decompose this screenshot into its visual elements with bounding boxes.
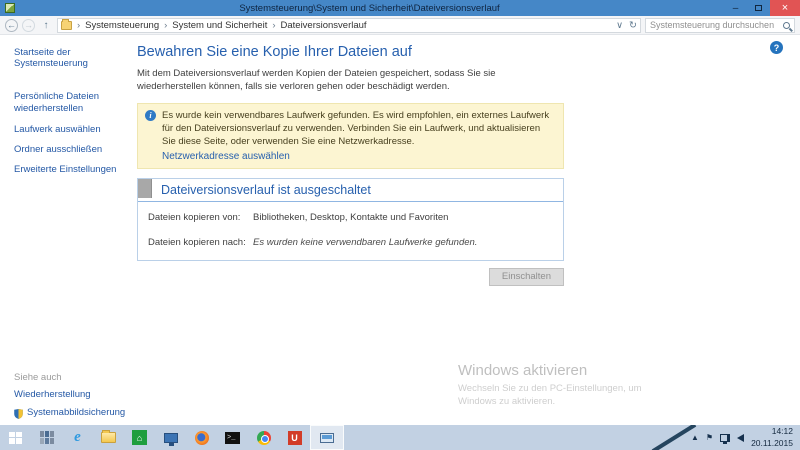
- window-body: ? Startseite der Systemsteuerung Persönl…: [0, 36, 800, 425]
- search-icon[interactable]: [783, 21, 790, 29]
- main-content: Bewahren Sie eine Kopie Ihrer Dateien au…: [137, 44, 564, 286]
- turn-on-button[interactable]: Einschalten: [488, 267, 564, 286]
- action-center-flag-icon[interactable]: ⚑: [706, 433, 713, 442]
- back-button[interactable]: ←: [5, 18, 18, 32]
- breadcrumb[interactable]: › Systemsteuerung › System und Sicherhei…: [57, 17, 641, 33]
- sidebar-item-exclude-folders[interactable]: Ordner ausschließen: [14, 144, 132, 156]
- restore-icon: [755, 3, 767, 11]
- search-box: [645, 17, 795, 33]
- breadcrumb-separator-icon: ›: [272, 19, 276, 31]
- window-icon: [5, 3, 15, 13]
- firefox-icon: [194, 430, 209, 445]
- store-icon: ⌂: [132, 430, 147, 445]
- search-input[interactable]: [650, 20, 783, 30]
- windows-logo-icon: [9, 431, 22, 444]
- taskbar-item-file-explorer[interactable]: [93, 425, 124, 450]
- sidebar-item-label: Wiederherstellung: [14, 389, 91, 400]
- forward-button[interactable]: →: [22, 18, 35, 32]
- taskbar-item-command-prompt[interactable]: >_: [217, 425, 248, 450]
- status-panel: Dateiversionsverlauf ist ausgeschaltet D…: [137, 177, 564, 261]
- sidebar: Startseite der Systemsteuerung Persönlic…: [14, 47, 132, 185]
- button-row: Einschalten: [137, 267, 564, 286]
- volume-icon[interactable]: [727, 433, 745, 442]
- help-icon[interactable]: ?: [770, 41, 783, 54]
- breadcrumb-systemsteuerung[interactable]: Systemsteuerung: [85, 20, 159, 31]
- sidebar-item-select-drive[interactable]: Laufwerk auswählen: [14, 124, 132, 136]
- refresh-icon[interactable]: ↻: [629, 20, 637, 31]
- watermark-subtitle: Wechseln Sie zu den PC-Einstellungen, um…: [458, 383, 642, 408]
- see-also-header: Siehe auch: [14, 372, 62, 383]
- computer-icon: [163, 432, 178, 446]
- up-button[interactable]: ↑: [39, 18, 53, 32]
- notice-text: Es wurde kein verwendbares Laufwerk gefu…: [162, 109, 550, 147]
- chrome-icon: [256, 430, 271, 445]
- breadcrumb-separator-icon: ›: [164, 19, 168, 31]
- system-tray: ▲ ⚑ 14:12 20.11.2015: [691, 426, 800, 448]
- address-dropdown-icon[interactable]: ∨: [616, 20, 623, 31]
- show-hidden-icons-icon[interactable]: ▲: [691, 433, 699, 442]
- taskbar-item-control-panel-active[interactable]: [310, 425, 344, 450]
- clock-date: 20.11.2015: [751, 437, 793, 448]
- taskbar-item-chrome[interactable]: [248, 425, 279, 450]
- breadcrumb-system-und-sicherheit[interactable]: System und Sicherheit: [172, 20, 267, 31]
- sidebar-item-restore-files[interactable]: Persönliche Dateien wiederherstellen: [14, 91, 132, 116]
- status-row-label: Dateien kopieren von:: [148, 211, 241, 223]
- internet-explorer-icon: e: [74, 429, 81, 445]
- status-row-value: Bibliotheken, Desktop, Kontakte und Favo…: [253, 211, 449, 223]
- taskbar-item-red-app[interactable]: U: [279, 425, 310, 450]
- activation-watermark: Windows aktivieren Wechseln Sie zu den P…: [458, 362, 658, 409]
- drive-icon: [138, 178, 152, 198]
- status-row-label: Dateien kopieren nach:: [148, 236, 246, 248]
- sidebar-item-label: Systemabbildsicherung: [27, 407, 126, 419]
- uac-shield-icon: [14, 408, 23, 419]
- start-button[interactable]: [0, 425, 31, 450]
- breadcrumb-separator-icon: ›: [77, 19, 81, 31]
- taskbar-item-store[interactable]: ⌂: [124, 425, 155, 450]
- taskbar-item-internet-explorer[interactable]: e: [62, 425, 93, 450]
- taskbar: e ⌂ >_ U ▲ ⚑ 14:12 20.11.2015: [0, 425, 800, 450]
- file-explorer-icon: [101, 430, 116, 443]
- status-row-copy-from: Dateien kopieren von: Bibliotheken, Desk…: [148, 212, 553, 223]
- minimize-button[interactable]: –: [724, 0, 747, 16]
- window-title: Systemsteuerung\System und Sicherheit\Da…: [239, 2, 500, 14]
- sidebar-see-also: Siehe auch Wiederherstellung Systemabbil…: [14, 372, 144, 426]
- control-panel-icon: [320, 432, 334, 443]
- sidebar-item-home[interactable]: Startseite der Systemsteuerung: [14, 47, 132, 69]
- taskbar-clock[interactable]: 14:12 20.11.2015: [751, 426, 793, 448]
- status-row-copy-to: Dateien kopieren nach: Es wurden keine v…: [148, 237, 553, 248]
- status-header: Dateiversionsverlauf ist ausgeschaltet: [138, 178, 563, 202]
- status-rows: Dateien kopieren von: Bibliotheken, Desk…: [138, 202, 563, 260]
- restore-button[interactable]: [747, 0, 770, 16]
- taskbar-item-firefox[interactable]: [186, 425, 217, 450]
- status-title: Dateiversionsverlauf ist ausgeschaltet: [161, 182, 371, 197]
- notice-box: i Es wurde kein verwendbares Laufwerk ge…: [137, 102, 564, 169]
- wallpaper-stripe: [651, 425, 697, 450]
- window-controls: – ×: [724, 0, 800, 16]
- info-icon: i: [145, 109, 156, 121]
- tiles-icon: [39, 431, 54, 444]
- select-network-address-link[interactable]: Netzwerkadresse auswählen: [162, 151, 555, 162]
- command-prompt-icon: >_: [225, 431, 240, 444]
- page-title: Bewahren Sie eine Kopie Ihrer Dateien au…: [137, 44, 412, 60]
- sidebar-item-advanced-settings[interactable]: Erweiterte Einstellungen: [14, 164, 132, 176]
- address-bar: ← → ↑ › Systemsteuerung › System und Sic…: [0, 16, 800, 35]
- watermark-title: Windows aktivieren: [458, 362, 588, 379]
- page-description: Mit dem Dateiversionsverlauf werden Kopi…: [137, 68, 496, 93]
- title-bar: Systemsteuerung\System und Sicherheit\Da…: [0, 0, 800, 16]
- close-button[interactable]: ×: [770, 0, 800, 16]
- sidebar-item-system-image-backup[interactable]: Systemabbildsicherung: [14, 407, 144, 419]
- red-app-icon: U: [287, 430, 302, 445]
- taskbar-item-computer[interactable]: [155, 425, 186, 450]
- clock-time: 14:12: [771, 426, 793, 437]
- status-row-value: Es wurden keine verwendbaren Laufwerke g…: [253, 236, 478, 248]
- folder-icon: [61, 18, 72, 30]
- taskbar-item-tiles[interactable]: [31, 425, 62, 450]
- sidebar-item-recovery[interactable]: Wiederherstellung: [14, 389, 144, 401]
- breadcrumb-dateiversionsverlauf[interactable]: Dateiversionsverlauf: [281, 20, 367, 31]
